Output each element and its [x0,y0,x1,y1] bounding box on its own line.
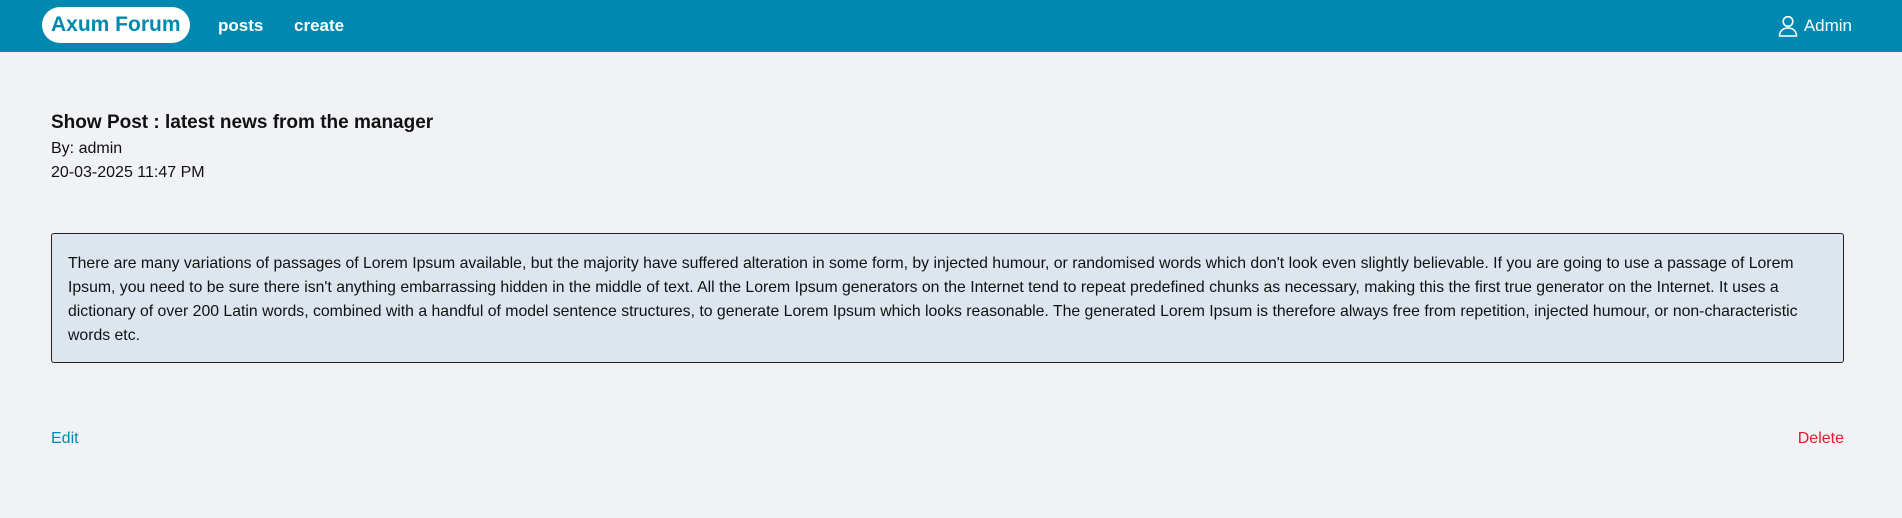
post-body: There are many variations of passages of… [51,233,1844,363]
nav-link-create[interactable]: create [294,14,344,38]
brand-logo-link[interactable]: Axum Forum [42,7,190,43]
post-date: 20-03-2025 11:47 PM [51,164,205,181]
nav-link-posts[interactable]: posts [218,14,263,38]
delete-link[interactable]: Delete [1798,427,1844,451]
top-navbar: Axum Forum posts create Admin [0,0,1902,52]
page-title: Show Post : latest news from the manager [51,112,434,133]
user-icon [1778,15,1798,37]
edit-link[interactable]: Edit [51,427,79,451]
post-author: By: admin [51,140,123,157]
user-menu[interactable]: Admin [1778,14,1852,38]
user-menu-label: Admin [1803,16,1852,35]
